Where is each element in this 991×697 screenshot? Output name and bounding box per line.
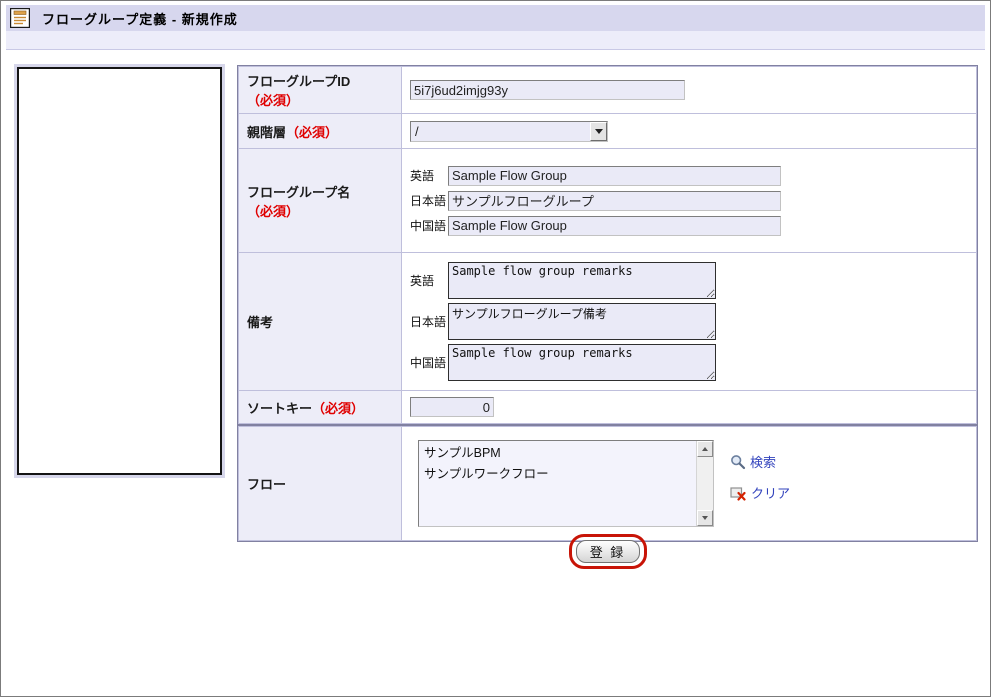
lang-label-en: 英語 xyxy=(410,274,435,288)
remarks-en-textarea[interactable]: Sample flow group remarks xyxy=(448,262,716,299)
sort-key-input[interactable] xyxy=(410,397,494,417)
scroll-up-button[interactable] xyxy=(697,441,713,457)
scroll-down-button[interactable] xyxy=(697,510,713,526)
row-parent-hierarchy: 親階層（必須） / xyxy=(238,113,977,149)
flow-listbox[interactable]: サンプルBPM サンプルワークフロー xyxy=(418,440,714,527)
name-en-input[interactable] xyxy=(448,165,781,186)
flow-list-item[interactable]: サンプルBPM xyxy=(419,441,713,462)
row-flow: フロー サンプルBPM サンプルワークフロー 検索 クリア xyxy=(238,426,977,541)
remarks-label: 備考 xyxy=(238,252,402,391)
select-dropdown-button[interactable] xyxy=(590,121,607,141)
label-text: ソートキー xyxy=(247,400,313,416)
lang-label-zh: 中国語 xyxy=(410,219,447,233)
clear-icon xyxy=(730,486,746,501)
lang-label-en: 英語 xyxy=(410,169,435,183)
required-mark: （必須） xyxy=(247,93,300,108)
label-text: フロー xyxy=(247,477,287,492)
row-remarks: 備考 英語 Sample flow group remarks 日本語 サンプル… xyxy=(238,252,977,391)
highlight-annotation: 登 録 xyxy=(568,534,647,569)
label-text: フローグループ名 xyxy=(247,184,351,200)
sort-key-label: ソートキー（必須） xyxy=(238,390,402,424)
search-icon xyxy=(731,454,746,469)
form-document-icon xyxy=(10,8,30,28)
row-flow-group-name: フローグループ名 （必須） 英語 日本語 中国語 xyxy=(238,148,977,253)
label-text: フローグループID xyxy=(247,74,351,89)
listbox-scrollbar[interactable] xyxy=(696,441,713,526)
search-link[interactable]: 検索 xyxy=(730,452,790,471)
tree-panel-content xyxy=(17,67,222,475)
lang-label-ja: 日本語 xyxy=(410,315,447,329)
remarks-zh-textarea[interactable]: Sample flow group remarks xyxy=(448,344,716,381)
register-button[interactable]: 登 録 xyxy=(575,540,640,563)
label-text: 備考 xyxy=(247,315,274,330)
chevron-down-icon xyxy=(594,128,603,134)
required-mark: （必須） xyxy=(312,400,365,416)
search-link-label: 検索 xyxy=(750,455,777,470)
clear-link-label: クリア xyxy=(751,486,791,501)
parent-hierarchy-label: 親階層（必須） xyxy=(238,113,402,149)
page-frame: フローグループ定義 - 新規作成 フローグループID（必須） 親階層（必須） xyxy=(0,0,991,697)
flow-label: フロー xyxy=(238,426,402,541)
clear-link[interactable]: クリア xyxy=(730,483,790,502)
required-mark: （必須） xyxy=(286,124,339,140)
name-ja-input[interactable] xyxy=(448,190,781,211)
row-sort-key: ソートキー（必須） xyxy=(238,390,977,424)
flow-group-name-label: フローグループ名 （必須） xyxy=(238,148,402,253)
flow-group-id-input[interactable] xyxy=(410,80,685,100)
flow-select-table: フロー サンプルBPM サンプルワークフロー 検索 クリア xyxy=(237,425,978,542)
flow-list-item[interactable]: サンプルワークフロー xyxy=(419,462,713,483)
name-zh-input[interactable] xyxy=(448,215,781,236)
label-text: 親階層 xyxy=(247,124,287,140)
arrow-up-icon xyxy=(702,447,708,451)
parent-hierarchy-select[interactable]: / xyxy=(410,120,608,142)
flow-group-id-label: フローグループID （必須） xyxy=(238,66,402,114)
arrow-down-icon xyxy=(702,516,708,520)
remarks-ja-textarea[interactable]: サンプルフローグループ備考 xyxy=(448,303,716,340)
page-title: フローグループ定義 - 新規作成 xyxy=(42,11,238,27)
submit-row: 登 録 xyxy=(237,534,978,569)
header-subbar xyxy=(6,31,985,50)
flow-group-form-table: フローグループID（必須） 親階層（必須） / xyxy=(237,65,978,425)
row-flow-group-id: フローグループID （必須） xyxy=(238,66,977,114)
selected-option: / xyxy=(415,123,419,139)
lang-label-zh: 中国語 xyxy=(410,356,447,370)
tree-panel xyxy=(14,64,225,478)
lang-label-ja: 日本語 xyxy=(410,194,447,208)
required-mark: （必須） xyxy=(247,203,300,219)
page-titlebar: フローグループ定義 - 新規作成 xyxy=(6,5,985,31)
